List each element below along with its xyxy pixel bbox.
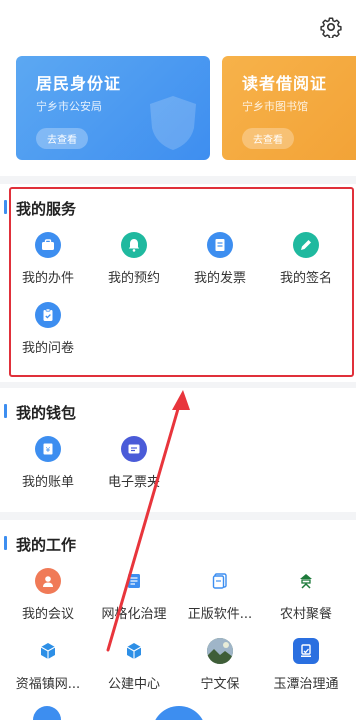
annotation-arrow bbox=[106, 390, 190, 652]
